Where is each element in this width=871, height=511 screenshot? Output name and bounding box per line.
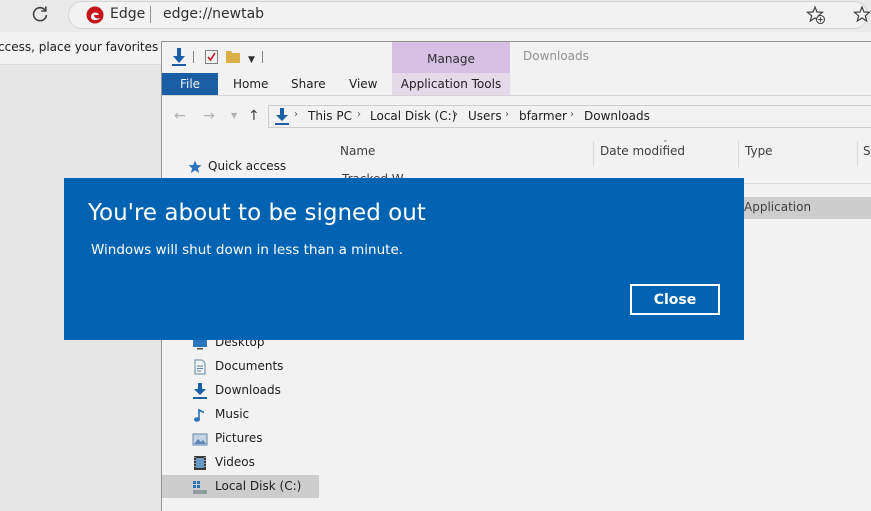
back-arrow-icon[interactable]: ← xyxy=(174,108,186,124)
column-header-date-modified[interactable]: Date modified xyxy=(600,144,685,158)
breadcrumb-local-disk[interactable]: Local Disk (C:) xyxy=(370,109,456,123)
quick-access-star-icon xyxy=(188,160,202,173)
favorites-icon[interactable] xyxy=(852,5,871,25)
browser-toolbar: Edge edge://newtab xyxy=(0,0,871,32)
downloads-location-icon xyxy=(275,108,289,125)
navigation-bar: ← → ▼ ↑ › This PC › Local Disk (C:) › Us… xyxy=(162,103,871,129)
qat-properties-icon[interactable] xyxy=(171,48,187,66)
ribbon-tabs: File Home Share View Application Tools xyxy=(162,73,871,96)
sidebar-item-label: Documents xyxy=(215,359,284,373)
tab-home[interactable]: Home xyxy=(233,73,268,95)
up-arrow-icon[interactable]: ↑ xyxy=(248,108,260,124)
qat-check-icon[interactable] xyxy=(205,50,218,64)
file-row-type: Application xyxy=(744,200,812,214)
qat-new-folder-icon[interactable] xyxy=(226,50,240,63)
videos-icon xyxy=(194,456,206,470)
sidebar-item-label: Pictures xyxy=(215,431,263,445)
sidebar-item-videos[interactable]: Videos xyxy=(192,452,322,474)
tab-file[interactable]: File xyxy=(162,73,218,95)
address-divider xyxy=(150,6,151,23)
documents-icon xyxy=(194,359,206,375)
sidebar-item-label: Music xyxy=(215,407,250,421)
url-text[interactable]: edge://newtab xyxy=(163,6,264,22)
sidebar-item-pictures[interactable]: Pictures xyxy=(192,428,322,450)
dialog-title: You're about to be signed out xyxy=(88,200,426,226)
local-disk-icon xyxy=(193,481,207,494)
downloads-icon xyxy=(193,383,207,399)
reload-icon[interactable] xyxy=(30,4,50,24)
site-label: Edge xyxy=(110,6,146,22)
forward-arrow-icon[interactable]: → xyxy=(203,108,215,124)
add-favorite-icon[interactable] xyxy=(806,5,826,25)
breadcrumb-chevron-icon[interactable]: › xyxy=(357,109,361,120)
sidebar-item-downloads[interactable]: Downloads xyxy=(192,380,322,402)
tab-application-tools[interactable]: Application Tools xyxy=(392,73,510,95)
dialog-message: Windows will shut down in less than a mi… xyxy=(91,242,404,258)
close-button[interactable]: Close xyxy=(630,284,720,315)
quick-access-label: Quick access xyxy=(208,159,287,173)
column-divider[interactable] xyxy=(593,141,594,167)
qat-divider xyxy=(193,51,194,63)
sign-out-dialog: You're about to be signed out Windows wi… xyxy=(64,178,744,340)
breadcrumb-chevron-icon[interactable]: › xyxy=(570,109,574,120)
site-logo-icon xyxy=(86,6,104,24)
tab-view[interactable]: View xyxy=(349,73,377,95)
breadcrumb-chevron-icon[interactable]: › xyxy=(505,109,509,120)
title-bar: ▼ Manage Downloads xyxy=(162,42,871,73)
sidebar-item-label: Local Disk (C:) xyxy=(215,479,302,493)
sidebar-item-documents[interactable]: Documents xyxy=(192,356,322,378)
sidebar-item-music[interactable]: Music xyxy=(192,404,322,426)
breadcrumb-bfarmer[interactable]: bfarmer xyxy=(519,109,567,123)
column-divider[interactable] xyxy=(857,141,858,167)
qat-divider xyxy=(262,51,263,63)
breadcrumb-chevron-icon[interactable]: › xyxy=(454,109,458,120)
breadcrumb-this-pc[interactable]: This PC xyxy=(308,109,352,123)
pictures-icon xyxy=(192,433,208,446)
tab-share[interactable]: Share xyxy=(291,73,326,95)
column-divider[interactable] xyxy=(738,141,739,167)
music-icon xyxy=(194,409,204,422)
manage-context-tab[interactable]: Manage xyxy=(392,42,510,73)
sidebar-item-label: Videos xyxy=(215,455,255,469)
sidebar-item-local-disk[interactable]: Local Disk (C:) xyxy=(192,476,322,498)
recent-locations-icon[interactable]: ▼ xyxy=(231,111,237,120)
column-header-type[interactable]: Type xyxy=(745,144,773,158)
sort-indicator-icon: ⌄ xyxy=(662,135,669,144)
column-header-name[interactable]: Name xyxy=(340,144,375,158)
column-header-size[interactable]: S xyxy=(863,144,871,158)
breadcrumb-chevron-icon[interactable]: › xyxy=(294,109,298,120)
sidebar-item-label: Downloads xyxy=(215,383,281,397)
window-title: Downloads xyxy=(523,49,589,63)
breadcrumb-users[interactable]: Users xyxy=(468,109,502,123)
qat-customize-icon[interactable]: ▼ xyxy=(248,55,255,65)
breadcrumb-downloads[interactable]: Downloads xyxy=(584,109,650,123)
manage-label: Manage xyxy=(427,52,475,66)
breadcrumb[interactable]: › This PC › Local Disk (C:) › Users › bf… xyxy=(268,105,871,128)
